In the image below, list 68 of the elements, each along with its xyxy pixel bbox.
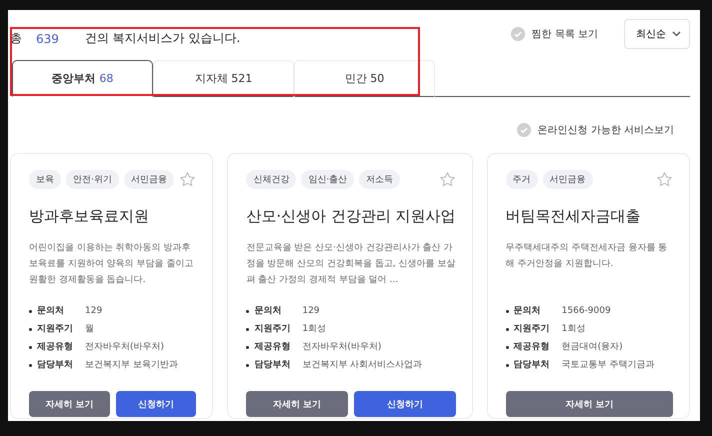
info-label: 제공유형 (254, 341, 292, 354)
category-tag: 서민금융 (124, 170, 174, 189)
category-tag: 신체건강 (246, 170, 296, 189)
category-tab[interactable]: 민간 50 (294, 60, 435, 97)
category-tab[interactable]: 중앙부처 68 (12, 60, 153, 97)
apply-button[interactable]: 신청하기 (116, 391, 196, 417)
info-value: 전자바우처(바우처) (302, 341, 382, 354)
info-value: 국토교통부 주택기금과 (562, 359, 655, 372)
details-button[interactable]: 자세히 보기 (29, 391, 110, 417)
chevron-down-icon (672, 30, 681, 36)
info-label: 지원주기 (254, 323, 292, 336)
info-label: 제공유형 (37, 341, 74, 354)
details-button[interactable]: 자세히 보기 (506, 391, 673, 417)
info-label: 지원주기 (37, 323, 74, 336)
bullet-icon (29, 310, 32, 313)
info-value: 1회성 (302, 323, 326, 336)
info-label: 담당부처 (514, 359, 551, 372)
bullet-icon (246, 328, 250, 331)
info-value: 129 (85, 305, 102, 318)
details-button[interactable]: 자세히 보기 (246, 391, 348, 417)
category-tag: 보육 (29, 170, 61, 189)
category-tab[interactable]: 지자체 521 (153, 60, 294, 97)
sort-dropdown[interactable]: 최신순 (624, 18, 690, 48)
info-value: 전자바우처(바우처) (85, 341, 164, 354)
bullet-icon (29, 364, 32, 367)
star-icon[interactable] (656, 171, 673, 188)
apply-button[interactable]: 신청하기 (354, 391, 456, 417)
service-description: 어린이집을 이용하는 취학아동의 방과후 보육료를 지원하여 양육의 부담을 줄이고 원활한 경제활동을 돕습니다. (29, 242, 194, 287)
info-label: 담당부처 (37, 359, 74, 372)
info-label: 지원주기 (514, 323, 551, 336)
category-tag: 안전·위기 (66, 170, 119, 189)
star-icon[interactable] (438, 171, 456, 188)
bullet-icon (246, 364, 250, 367)
info-value: 1566-9009 (562, 305, 611, 318)
bullet-icon (506, 364, 509, 367)
star-icon[interactable] (179, 171, 196, 188)
favorites-toggle[interactable]: 찜한 목록 보기 (510, 26, 598, 40)
service-title: 버팀목전세자금대출 (506, 207, 642, 226)
info-value: 현금대여(융자) (562, 341, 623, 354)
category-tag: 서민금융 (542, 170, 593, 189)
info-value: 보건복지부 사회서비스사업과 (302, 359, 422, 372)
info-value: 보건복지부 보육기반과 (85, 359, 178, 372)
info-value: 월 (85, 323, 94, 336)
bullet-icon (246, 346, 250, 349)
summary-text: 건의 복지서비스가 있습니다. (84, 30, 240, 47)
category-tag: 임신·출산 (301, 170, 354, 189)
service-description: 전문교육을 받은 산모·신생아 건강관리사가 출산 가정을 방문해 산모의 건강회복을 돕고, 신생아를 보살펴 출산 가정의 경제적 부담을 덜어 ... (246, 242, 456, 287)
info-label: 문의처 (37, 305, 65, 318)
bullet-icon (506, 346, 509, 349)
info-label: 제공유형 (514, 341, 551, 354)
service-description: 무주택세대주의 주택전세자금 융자를 통해 주거안정을 지원합니다. (506, 242, 668, 271)
total-label: 총 (10, 30, 22, 47)
category-tag: 저소득 (359, 170, 400, 189)
bullet-icon (29, 346, 32, 349)
info-label: 문의처 (254, 305, 282, 318)
category-tag: 주거 (506, 170, 538, 189)
bullet-icon (29, 328, 32, 331)
info-label: 문의처 (514, 305, 542, 318)
bullet-icon (506, 310, 509, 313)
info-label: 담당부처 (254, 359, 292, 372)
total-count: 639 (36, 32, 59, 46)
bullet-icon (506, 328, 509, 331)
bullet-icon (246, 310, 250, 313)
info-value: 129 (302, 305, 320, 318)
service-title: 산모·신생아 건강관리 지원사업 (246, 207, 456, 226)
info-value: 1회성 (562, 323, 586, 336)
service-title: 방과후보육료지원 (29, 207, 150, 226)
online-filter-toggle[interactable]: 온라인신청 가능한 서비스보기 (516, 121, 674, 139)
